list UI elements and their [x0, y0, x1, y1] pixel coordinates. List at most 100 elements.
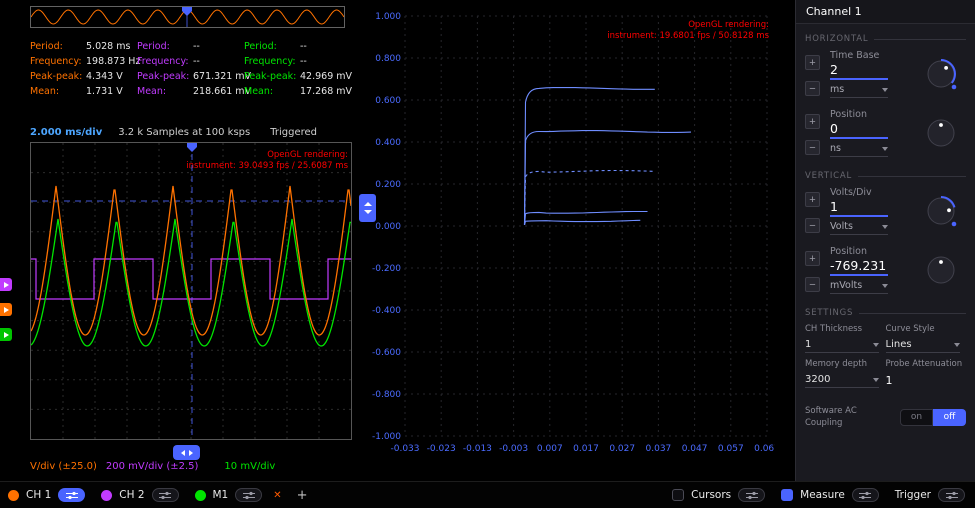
arrow-right-icon: [4, 282, 9, 288]
hposition-knob[interactable]: [924, 116, 960, 155]
ch1-channel-control: CH 1: [8, 488, 85, 502]
m1-offset-handle[interactable]: [0, 328, 12, 341]
svg-text:0.600: 0.600: [375, 96, 401, 106]
probe-attenuation-input[interactable]: 1: [886, 374, 960, 389]
hposition-increment-button[interactable]: +: [805, 114, 820, 129]
samples-readout: 3.2 k Samples at 100 ksps: [118, 127, 250, 138]
hposition-value[interactable]: 0: [830, 121, 888, 139]
svg-text:0.000: 0.000: [375, 222, 401, 232]
svg-text:0.027: 0.027: [609, 444, 635, 454]
m1-settings-menu-button[interactable]: [235, 488, 262, 502]
sliders-icon: [65, 491, 79, 500]
curve-style-select[interactable]: Lines: [886, 339, 960, 353]
frequency-label: Frequency:: [244, 56, 300, 67]
xy-plot[interactable]: -0.033-0.023-0.013-0.0030.0070.0170.0270…: [370, 9, 775, 461]
cursors-control: Cursors: [672, 488, 765, 502]
ch2-color-dot: [101, 490, 112, 501]
ch2-settings-menu-button[interactable]: [152, 488, 179, 502]
ch1-settings-menu-button[interactable]: [58, 488, 85, 502]
period-label: Period:: [137, 41, 193, 52]
ch-thickness-label: CH Thickness: [805, 324, 886, 334]
voltsdiv-label: Volts/Div: [830, 187, 892, 198]
timebase-increment-button[interactable]: +: [805, 55, 820, 70]
voltsdiv-unit-select[interactable]: Volts: [830, 221, 888, 235]
horizontal-pan-button[interactable]: [173, 445, 200, 460]
svg-text:-0.033: -0.033: [390, 444, 419, 454]
timebase-value[interactable]: 2: [830, 62, 888, 80]
svg-text:0.057: 0.057: [718, 444, 744, 454]
xy-plot-canvas: -0.033-0.023-0.013-0.0030.0070.0170.0270…: [370, 9, 775, 461]
add-channel-button[interactable]: +: [297, 488, 308, 503]
svg-text:0.017: 0.017: [573, 444, 599, 454]
scale-labels: V/div (±25.0) 200 mV/div (±2.5) 10 mV/di…: [30, 461, 275, 472]
ac-coupling-row: Software AC Coupling on off: [805, 405, 966, 429]
svg-text:0.800: 0.800: [375, 54, 401, 64]
remove-math-channel-button[interactable]: ✕: [273, 490, 281, 501]
mean-label: Mean:: [137, 86, 193, 97]
vposition-knob[interactable]: [924, 253, 960, 292]
frequency-label: Frequency:: [137, 56, 193, 67]
ch2-offset-handle[interactable]: [0, 278, 12, 291]
ac-coupling-toggle[interactable]: on off: [900, 409, 966, 426]
vposition-value[interactable]: -769.231: [830, 258, 888, 276]
main-plot[interactable]: OpenGL rendering: instrument: 39.0493 fp…: [30, 142, 352, 440]
memory-depth-label: Memory depth: [805, 359, 886, 369]
ac-coupling-label: Software AC Coupling: [805, 405, 877, 429]
svg-text:-0.800: -0.800: [372, 390, 401, 400]
sliders-icon: [158, 491, 172, 500]
period-label: Period:: [244, 41, 300, 52]
hposition-unit-select[interactable]: ns: [830, 143, 888, 157]
cursors-checkbox[interactable]: [672, 489, 684, 501]
voltsdiv-decrement-button[interactable]: −: [805, 218, 820, 233]
chevron-down-icon: [873, 343, 879, 347]
voltsdiv-control: + − Volts/Div 1 Volts: [805, 187, 966, 239]
measure-label[interactable]: Measure: [800, 489, 845, 501]
ch1-offset-handle[interactable]: [0, 303, 12, 316]
trigger-label[interactable]: Trigger: [895, 489, 931, 501]
timebase-decrement-button[interactable]: −: [805, 81, 820, 96]
ch2-channel-control: CH 2: [101, 488, 178, 502]
ac-coupling-on-button[interactable]: on: [900, 409, 933, 426]
ch1-channel-label[interactable]: CH 1: [26, 489, 51, 501]
ch2-peakpeak-value: 671.321 mV: [193, 71, 251, 82]
chevron-down-icon: [882, 284, 888, 288]
memory-depth-select[interactable]: 3200: [805, 374, 879, 388]
arrow-right-icon: [4, 332, 9, 338]
timebase-unit-select[interactable]: ms: [830, 84, 888, 98]
ch-thickness-select[interactable]: 1: [805, 339, 879, 353]
ch1-color-dot: [8, 490, 19, 501]
mean-label: Mean:: [30, 86, 86, 97]
hposition-decrement-button[interactable]: −: [805, 140, 820, 155]
timebase-knob[interactable]: [924, 57, 960, 96]
cursors-settings-menu-button[interactable]: [738, 488, 765, 502]
settings-row-2: Memory depth 3200 Probe Attenuation 1: [805, 359, 966, 389]
svg-text:-0.013: -0.013: [463, 444, 492, 454]
horizontal-section-header: HORIZONTAL: [805, 34, 966, 44]
vposition-decrement-button[interactable]: −: [805, 277, 820, 292]
ac-coupling-off-button[interactable]: off: [933, 409, 966, 426]
m1-color-dot: [195, 490, 206, 501]
trigger-settings-menu-button[interactable]: [938, 488, 965, 502]
m1-channel-label[interactable]: M1: [213, 489, 229, 501]
measure-settings-menu-button[interactable]: [852, 488, 879, 502]
divider: [859, 313, 966, 314]
sliders-icon: [945, 491, 959, 500]
measurements-m1: Period:-- Frequency:-- Peak-peak:42.969 …: [244, 41, 351, 101]
vposition-increment-button[interactable]: +: [805, 251, 820, 266]
vposition-unit-select[interactable]: mVolts: [830, 280, 888, 294]
svg-text:0.007: 0.007: [537, 444, 563, 454]
bottom-bar-right: Cursors Measure: [672, 488, 965, 502]
timebase-readout: 2.000 ms/div: [30, 127, 102, 138]
m1-scale-label: 10 mV/div: [224, 461, 275, 472]
voltsdiv-value[interactable]: 1: [830, 199, 888, 217]
timebase-label: Time Base: [830, 50, 892, 61]
voltsdiv-increment-button[interactable]: +: [805, 192, 820, 207]
acquisition-preview[interactable]: [30, 6, 345, 28]
voltsdiv-knob[interactable]: [924, 194, 960, 233]
measurements-ch2: Period:-- Frequency:-- Peak-peak:671.321…: [137, 41, 244, 101]
ch2-scale-label: 200 mV/div (±2.5): [106, 461, 199, 472]
settings-section-header: SETTINGS: [805, 308, 966, 318]
measure-checkbox[interactable]: [781, 489, 793, 501]
cursors-label[interactable]: Cursors: [691, 489, 731, 501]
ch2-channel-label[interactable]: CH 2: [119, 489, 144, 501]
